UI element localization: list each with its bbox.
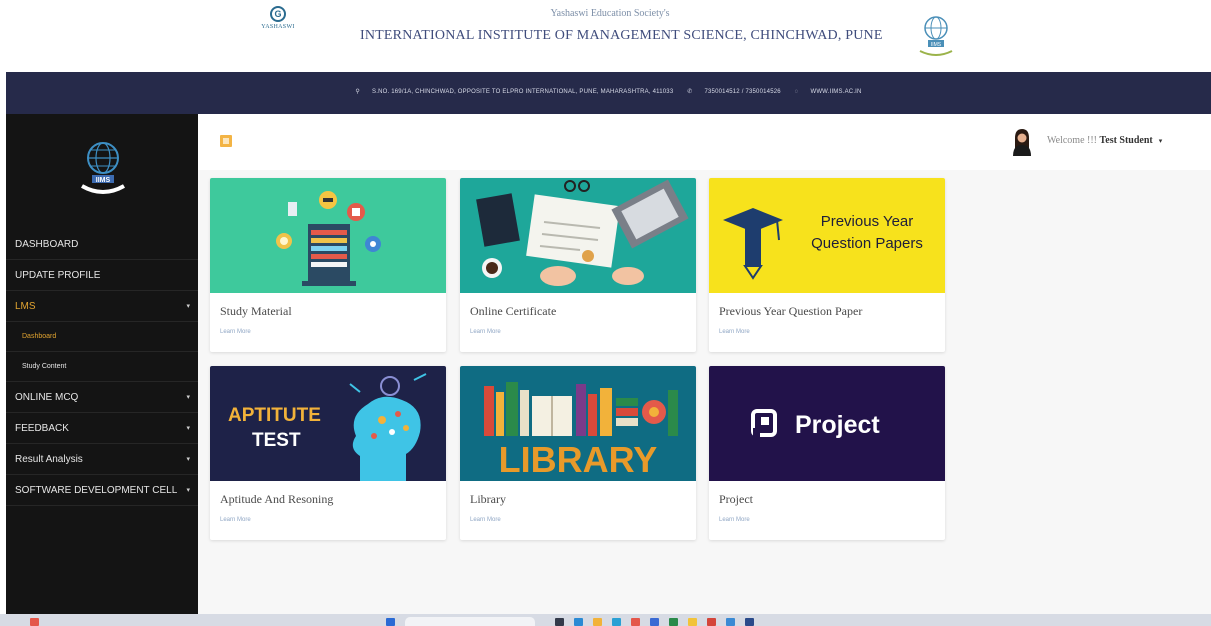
card-title: Study Material [220,304,292,318]
banner-text: LIBRARY [499,439,658,480]
sidebar-item-label: UPDATE PROFILE [15,270,101,281]
address-bar: ⚲ S.NO. 169/1A, CHINCHWAD, OPPOSITE TO EL… [6,72,1211,114]
learn-more-link[interactable]: Learn More [719,517,750,523]
library-image: LIBRARY [460,366,696,481]
sidebar-item-online-mcq[interactable]: ONLINE MCQ ▾ [6,382,198,413]
chrome-icon[interactable] [688,618,697,626]
main-content: Welcome !!! Test Student ▾ Study Material [198,114,1211,614]
globe-icon: ◌ [794,89,799,95]
card-online-certificate[interactable]: Online Certificate Learn More [460,178,696,352]
learn-more-link[interactable]: Learn More [220,329,251,335]
previous-year-question-paper-image: Previous Year Question Papers [709,178,945,293]
os-taskbar [0,614,1211,626]
iims-header-logo: IIMS [919,16,953,56]
app-icon[interactable] [631,618,640,626]
banner-text: TEST [252,430,301,451]
banner-text: APTITUTE [228,405,321,426]
sidebar-subitem-study-content[interactable]: Study Content [6,352,198,382]
aptitude-test-image: APTITUTE TEST [210,366,446,481]
card-title: Previous Year Question Paper [719,304,863,318]
institute-header: G YASHASWI Yashaswi Education Society's … [0,0,1211,72]
sidebar-item-feedback[interactable]: FEEDBACK ▾ [6,413,198,444]
taskbar-search-input[interactable] [405,617,535,626]
iims-sidebar-logo: IIMS [81,142,125,194]
chevron-down-icon: ▾ [186,487,190,494]
weather-icon[interactable] [30,618,39,626]
banner-text: Previous Year [821,213,914,230]
user-name: Test Student [1099,135,1153,146]
sidebar-item-result-analysis[interactable]: Result Analysis ▾ [6,444,198,475]
address-text: S.NO. 169/1A, CHINCHWAD, OPPOSITE TO ELP… [372,89,674,95]
phone-text[interactable]: 7350014512 / 7350014526 [704,89,780,95]
iims-sidebar-logo-text: IIMS [96,177,111,184]
app-icon[interactable] [574,618,583,626]
avatar[interactable] [1010,128,1034,156]
sidebar-item-lms[interactable]: LMS ▾ [6,291,198,322]
app-icon[interactable] [726,618,735,626]
phone-icon: ✆ [687,89,693,95]
task-view-icon[interactable] [555,618,564,626]
learn-more-link[interactable]: Learn More [220,517,251,523]
sidebar-subitem-dashboard[interactable]: Dashboard [6,322,198,352]
sidebar-toggle-button[interactable] [220,135,232,147]
sidebar-item-label: SOFTWARE DEVELOPMENT CELL [15,485,178,496]
card-title: Online Certificate [470,304,557,318]
sidebar-item-label: Result Analysis [15,454,83,465]
yashaswi-logo-text: YASHASWI [261,24,295,30]
card-project[interactable]: Project Project Learn More [709,366,945,540]
card-aptitude-and-reasoning[interactable]: APTITUTE TEST Aptitude And Resoning Lear… [210,366,446,540]
yashaswi-logo: G YASHASWI [248,6,308,30]
sidebar-item-update-profile[interactable]: UPDATE PROFILE [6,260,198,291]
society-name: Yashaswi Education Society's [550,8,670,19]
study-material-image [210,178,446,293]
folder-icon[interactable] [593,618,602,626]
card-study-material[interactable]: Study Material Learn More [210,178,446,352]
sidebar-item-label: LMS [15,301,36,312]
chevron-down-icon: ▾ [186,456,190,463]
card-library[interactable]: LIBRARY Library Learn More [460,366,696,540]
sidebar-item-label: Study Content [22,363,67,370]
chevron-down-icon: ▾ [186,394,190,401]
user-menu[interactable]: Welcome !!! Test Student ▾ [1047,135,1162,146]
sidebar-item-label: Dashboard [22,333,57,340]
website-link[interactable]: WWW.IIMS.AC.IN [810,89,861,95]
card-title: Library [470,492,506,506]
institute-name: INTERNATIONAL INSTITUTE OF MANAGEMENT SC… [360,28,883,43]
iims-header-logo-text: IIMS [931,42,942,48]
sidebar-item-label: FEEDBACK [15,423,69,434]
sidebar-item-software-development-cell[interactable]: SOFTWARE DEVELOPMENT CELL ▾ [6,475,198,506]
top-bar: Welcome !!! Test Student ▾ [198,114,1211,170]
chevron-down-icon: ▾ [186,303,190,310]
banner-text: Project [795,411,880,439]
learn-more-link[interactable]: Learn More [470,329,501,335]
sidebar: IIMS DASHBOARD UPDATE PROFILE LMS ▾ Dashb… [6,114,198,614]
card-previous-year-question-paper[interactable]: Previous Year Question Papers Previous Y… [709,178,945,352]
app-icon[interactable] [707,618,716,626]
learn-more-link[interactable]: Learn More [470,517,501,523]
card-title: Project [719,492,753,506]
welcome-text: Welcome !!! [1047,135,1100,146]
online-certificate-image [460,178,696,293]
app-icon[interactable] [745,618,754,626]
start-icon[interactable] [386,618,395,626]
sidebar-item-label: DASHBOARD [15,239,79,250]
project-image: Project [709,366,945,481]
sidebar-menu: DASHBOARD UPDATE PROFILE LMS ▾ Dashboard … [6,229,198,506]
learn-more-link[interactable]: Learn More [719,329,750,335]
app-icon[interactable] [650,618,659,626]
banner-text: Question Papers [811,235,923,252]
location-icon: ⚲ [355,89,361,95]
caret-down-icon: ▾ [1158,137,1163,145]
app-icon[interactable] [669,618,678,626]
sidebar-item-label: ONLINE MCQ [15,392,79,403]
card-title: Aptitude And Resoning [220,492,334,506]
chevron-down-icon: ▾ [186,425,190,432]
sidebar-item-dashboard[interactable]: DASHBOARD [6,229,198,260]
edge-icon[interactable] [612,618,621,626]
